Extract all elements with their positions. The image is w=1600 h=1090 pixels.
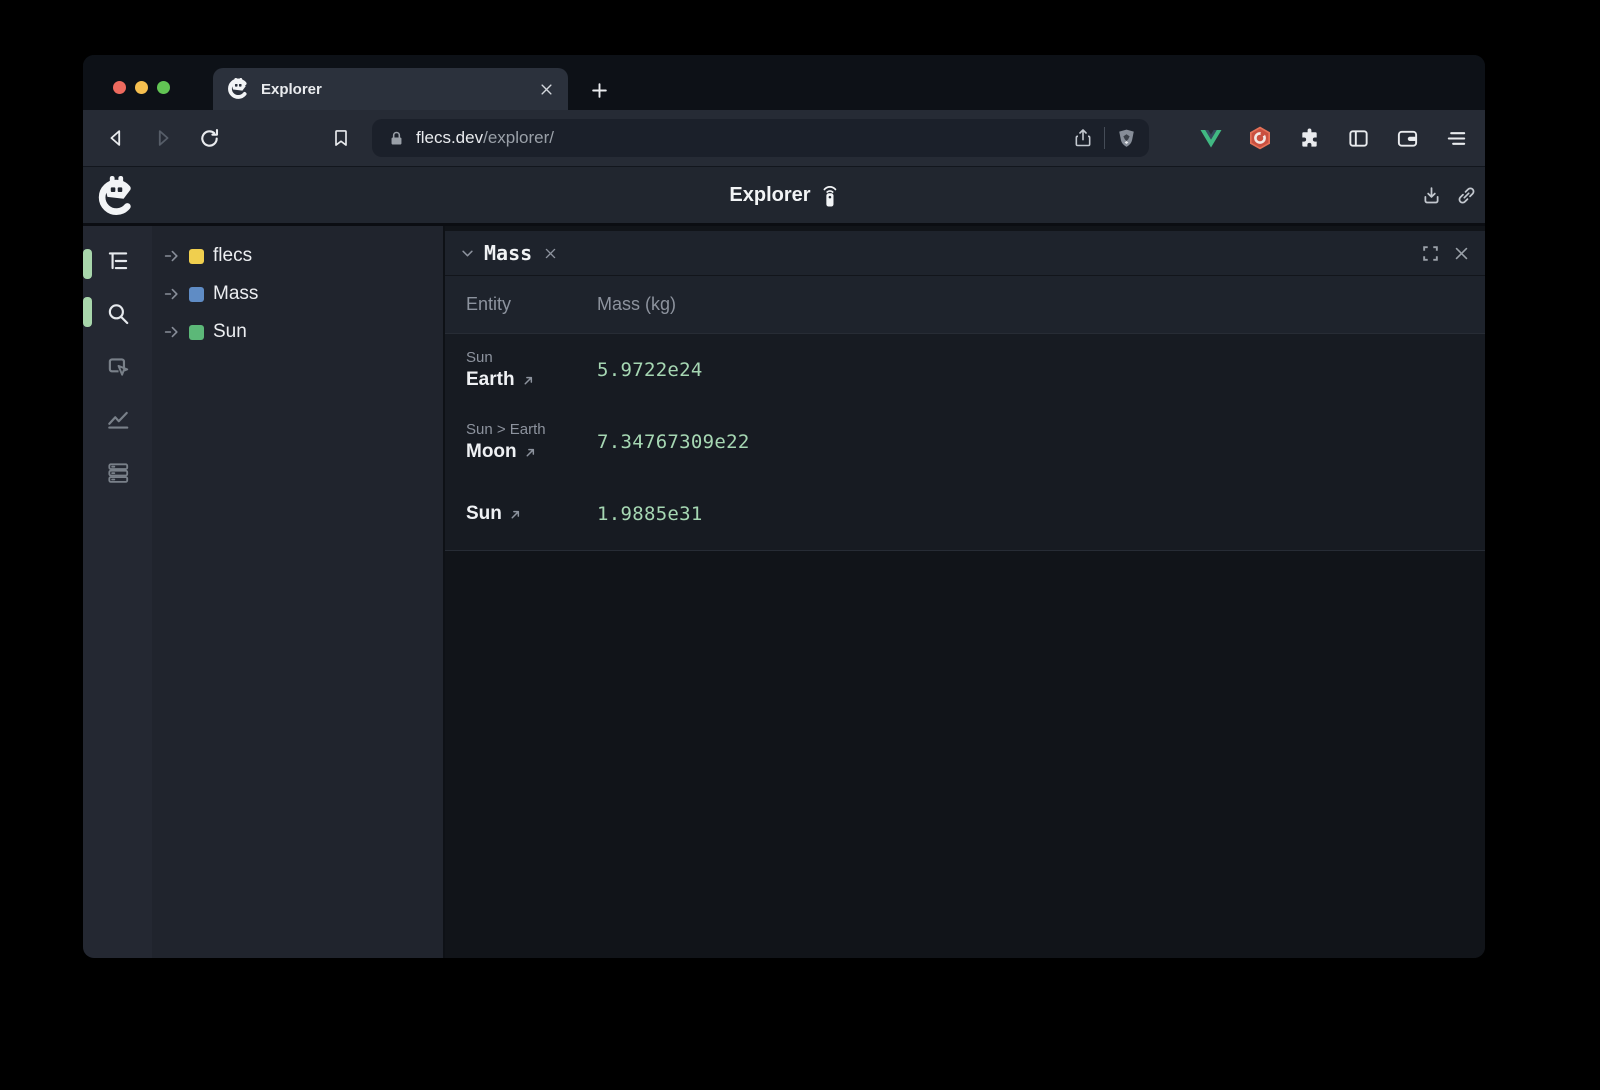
lock-icon xyxy=(388,130,405,147)
wallet-icon[interactable] xyxy=(1395,126,1419,150)
active-panel-indicator xyxy=(83,249,92,279)
chevron-down-icon[interactable] xyxy=(460,246,475,261)
tree-item-flecs[interactable]: flecs xyxy=(164,237,443,275)
query-panel: Mass Entity Mass (kg) xyxy=(445,226,1485,958)
traffic-lights xyxy=(113,81,170,94)
expand-arrow-icon[interactable] xyxy=(164,286,180,302)
query-panel-header: Mass xyxy=(445,231,1485,276)
column-header-entity: Entity xyxy=(466,294,597,315)
browser-toolbar: flecs.dev/explorer/ xyxy=(83,110,1485,166)
entity-parent-path: Sun > Earth xyxy=(466,421,597,438)
query-panel-empty-area xyxy=(445,551,1485,958)
vue-devtools-icon[interactable] xyxy=(1199,126,1223,150)
table-row: Sun 1.9885e31 xyxy=(445,478,1485,550)
address-bar-divider xyxy=(1104,127,1105,149)
tree-item-label: Sun xyxy=(213,321,247,343)
url-text[interactable]: flecs.dev/explorer/ xyxy=(416,128,1073,148)
external-link-icon xyxy=(524,446,537,459)
external-link-icon xyxy=(522,374,535,387)
external-link-icon xyxy=(509,508,522,521)
tree-item-mass[interactable]: Mass xyxy=(164,275,443,313)
link-icon[interactable] xyxy=(1455,184,1477,206)
url-domain: flecs.dev xyxy=(416,128,483,147)
tab-strip: Explorer xyxy=(83,55,1485,110)
url-path: /explorer/ xyxy=(483,128,554,147)
flecs-favicon-icon xyxy=(227,78,249,100)
share-icon[interactable] xyxy=(1073,128,1093,148)
inspector-icon[interactable] xyxy=(105,354,131,380)
flecs-logo xyxy=(97,175,135,215)
page-title: Explorer xyxy=(729,184,810,207)
entity-link[interactable]: Moon xyxy=(466,441,597,463)
tree-item-sun[interactable]: Sun xyxy=(164,313,443,351)
app-header-actions xyxy=(1420,184,1477,206)
entity-tree-panel: flecs Mass Sun xyxy=(152,226,443,958)
expand-arrow-icon[interactable] xyxy=(164,248,180,264)
mass-value: 7.34767309e22 xyxy=(597,431,750,453)
address-bar[interactable]: flecs.dev/explorer/ xyxy=(372,119,1149,157)
zoom-window-button[interactable] xyxy=(157,81,170,94)
download-icon[interactable] xyxy=(1420,184,1442,206)
entity-name: Earth xyxy=(466,369,515,391)
back-button[interactable] xyxy=(92,118,139,158)
entity-color-swatch xyxy=(189,287,204,302)
query-panel-actions xyxy=(1421,244,1470,263)
entity-color-swatch xyxy=(189,249,204,264)
query-close-icon[interactable] xyxy=(543,246,558,261)
entity-link[interactable]: Sun xyxy=(466,503,597,525)
browser-window: Explorer xyxy=(83,55,1485,958)
tab-close-icon[interactable] xyxy=(539,82,554,97)
tab-title: Explorer xyxy=(261,81,539,98)
table-row: Sun Earth 5.9722e24 xyxy=(445,334,1485,406)
app-content: flecs Mass Sun xyxy=(83,226,1485,958)
bookmark-icon[interactable] xyxy=(318,118,364,158)
app-header: Explorer xyxy=(83,166,1485,226)
extensions-row xyxy=(1199,126,1468,150)
hexagon-extension-icon[interactable] xyxy=(1248,126,1272,150)
entity-link[interactable]: Earth xyxy=(466,369,597,391)
refresh-button[interactable] xyxy=(186,118,233,158)
fullscreen-icon[interactable] xyxy=(1421,244,1440,263)
icon-rail xyxy=(83,226,152,958)
entity-name: Moon xyxy=(466,441,517,463)
sidebar-toggle-icon[interactable] xyxy=(1346,126,1370,150)
expand-arrow-icon[interactable] xyxy=(164,324,180,340)
tree-item-label: flecs xyxy=(213,245,252,267)
stats-chart-icon[interactable] xyxy=(105,407,131,433)
mass-value: 1.9885e31 xyxy=(597,503,703,525)
app-title-group: Explorer xyxy=(729,182,838,208)
brave-shield-icon[interactable] xyxy=(1116,128,1137,149)
column-header-mass: Mass (kg) xyxy=(597,294,676,315)
table-row: Sun > Earth Moon 7.34767309e22 xyxy=(445,406,1485,478)
tree-outline-icon[interactable] xyxy=(105,248,131,274)
close-window-button[interactable] xyxy=(113,81,126,94)
panel-close-icon[interactable] xyxy=(1453,245,1470,262)
query-title: Mass xyxy=(484,241,532,265)
browser-tab-explorer[interactable]: Explorer xyxy=(213,68,568,110)
remote-connection-icon[interactable] xyxy=(822,182,839,208)
new-tab-button[interactable] xyxy=(582,70,616,110)
entity-parent-path: Sun xyxy=(466,349,597,366)
active-panel-indicator xyxy=(83,297,92,327)
search-icon[interactable] xyxy=(105,301,131,327)
tree-item-label: Mass xyxy=(213,283,258,305)
entity-name: Sun xyxy=(466,503,502,525)
forward-button[interactable] xyxy=(139,118,186,158)
table-header-row: Entity Mass (kg) xyxy=(445,276,1485,334)
command-rows-icon[interactable] xyxy=(105,460,131,486)
entity-color-swatch xyxy=(189,325,204,340)
puzzle-extension-icon[interactable] xyxy=(1297,126,1321,150)
menu-icon[interactable] xyxy=(1444,126,1468,150)
mass-value: 5.9722e24 xyxy=(597,359,703,381)
minimize-window-button[interactable] xyxy=(135,81,148,94)
